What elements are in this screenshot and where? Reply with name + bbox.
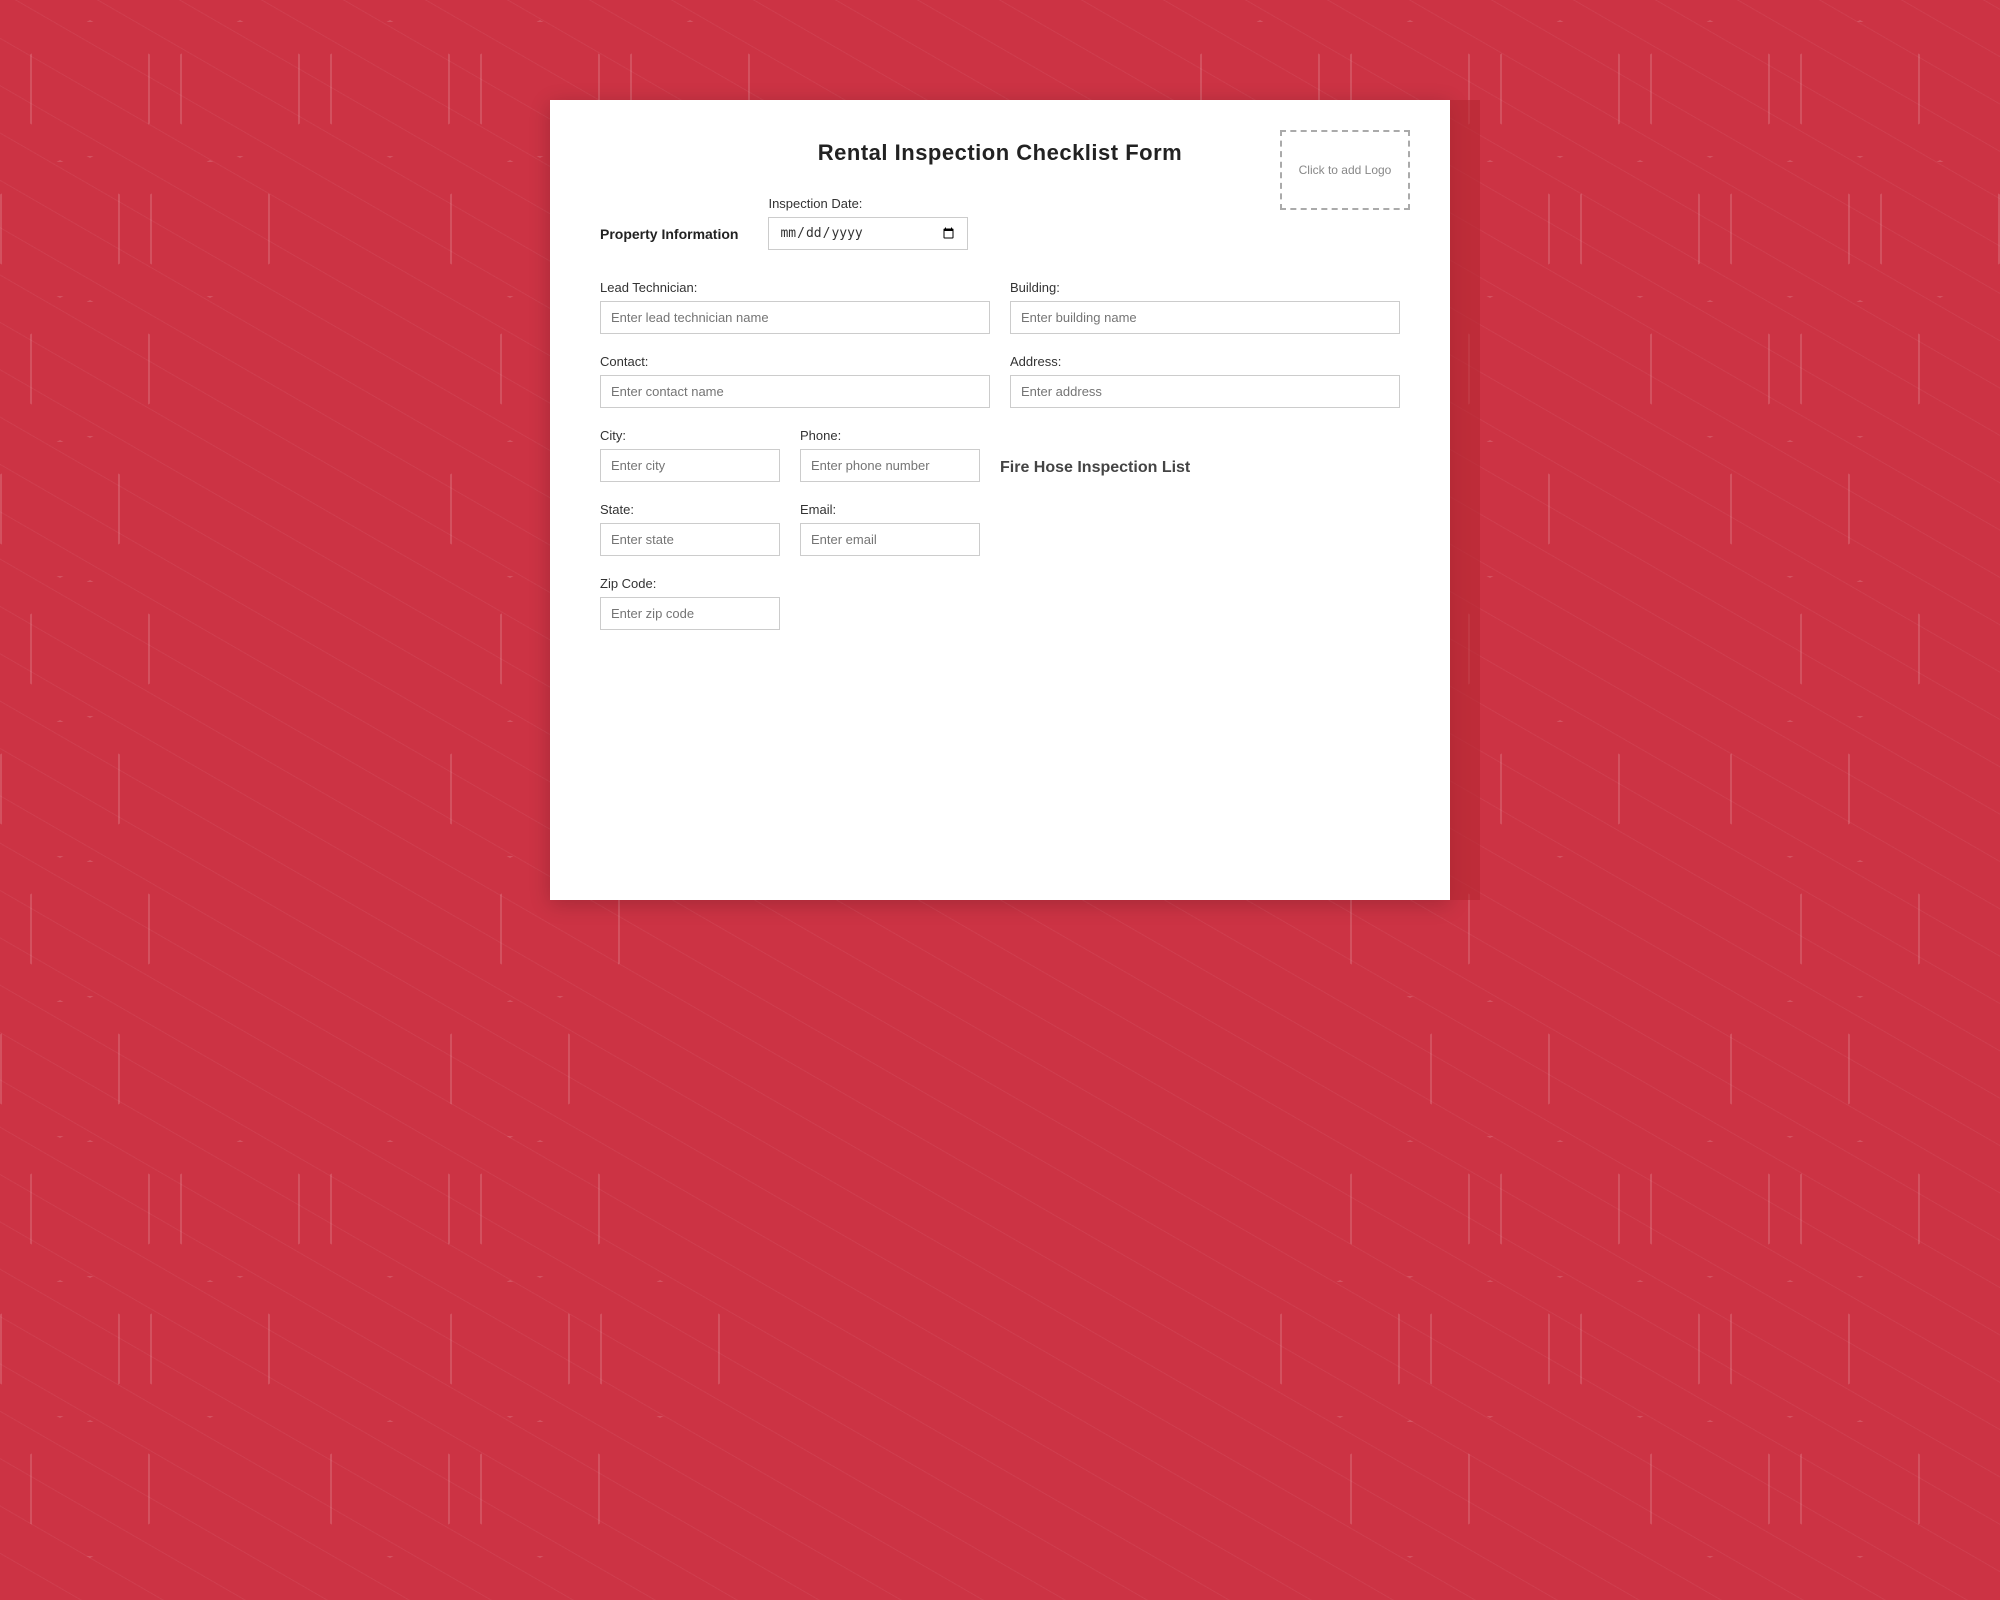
inspection-date-label: Inspection Date: xyxy=(768,196,968,211)
property-info-row: Property Information Inspection Date: xyxy=(600,196,1400,250)
address-field: Address: xyxy=(1010,354,1400,408)
email-label: Email: xyxy=(800,502,980,517)
lead-technician-field: Lead Technician: xyxy=(600,280,990,334)
lead-technician-label: Lead Technician: xyxy=(600,280,990,295)
logo-label: Click to add Logo xyxy=(1299,163,1392,177)
phone-input[interactable] xyxy=(800,449,980,482)
zip-code-input[interactable] xyxy=(600,597,780,630)
building-input[interactable] xyxy=(1010,301,1400,334)
building-label: Building: xyxy=(1010,280,1400,295)
inspection-date-input[interactable] xyxy=(768,217,968,250)
form-container: Click to add Logo Rental Inspection Chec… xyxy=(550,100,1450,900)
city-phone-row: City: Phone: Fire Hose Inspection List xyxy=(600,428,1400,482)
email-input[interactable] xyxy=(800,523,980,556)
city-field: City: xyxy=(600,428,780,482)
contact-input[interactable] xyxy=(600,375,990,408)
contact-address-row: Contact: Address: xyxy=(600,354,1400,408)
property-info-label: Property Information xyxy=(600,226,738,242)
city-label: City: xyxy=(600,428,780,443)
address-label: Address: xyxy=(1010,354,1400,369)
state-field: State: xyxy=(600,502,780,556)
zip-code-row: Zip Code: xyxy=(600,576,780,630)
lead-technician-input[interactable] xyxy=(600,301,990,334)
main-form-area: Property Information Inspection Date: Le… xyxy=(600,196,1400,630)
lead-building-row: Lead Technician: Building: xyxy=(600,280,1400,334)
building-field: Building: xyxy=(1010,280,1400,334)
phone-label: Phone: xyxy=(800,428,980,443)
fire-hose-inspection-label: Fire Hose Inspection List xyxy=(1000,459,1400,482)
zip-code-label: Zip Code: xyxy=(600,576,780,591)
city-input[interactable] xyxy=(600,449,780,482)
state-input[interactable] xyxy=(600,523,780,556)
state-label: State: xyxy=(600,502,780,517)
address-input[interactable] xyxy=(1010,375,1400,408)
state-email-row: State: Email: xyxy=(600,502,1400,556)
inspection-date-block: Inspection Date: xyxy=(768,196,968,250)
phone-field: Phone: xyxy=(800,428,980,482)
contact-field: Contact: xyxy=(600,354,990,408)
contact-label: Contact: xyxy=(600,354,990,369)
email-field: Email: xyxy=(800,502,980,556)
